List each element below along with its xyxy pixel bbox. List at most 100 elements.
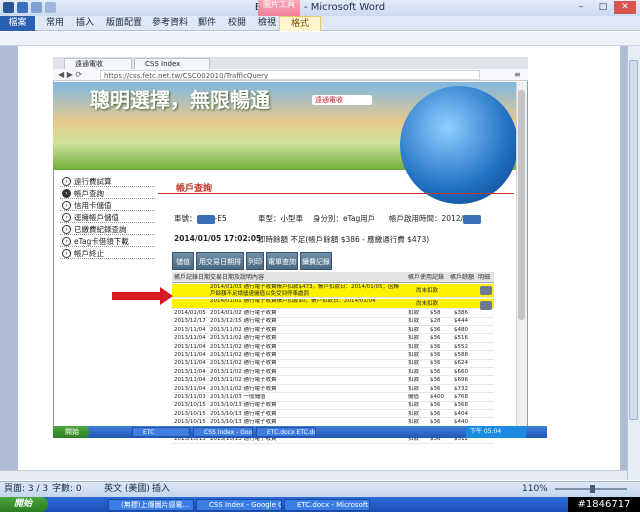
cell-balance: $660 — [454, 368, 468, 375]
ruler[interactable] — [0, 32, 640, 46]
task-word[interactable]: ETC.docx - Microsoft ... — [284, 499, 370, 511]
word-count[interactable]: 字數: 0 — [52, 481, 82, 497]
file-tab[interactable]: 檔案 — [0, 16, 35, 31]
browser-tab-1[interactable]: 遠通電收 — [64, 58, 132, 69]
zoom-slider-thumb[interactable] — [590, 485, 595, 493]
plate-label: 車號： — [174, 214, 197, 223]
cell-amount: $36 — [430, 368, 441, 375]
redacted-plate — [196, 214, 215, 224]
table-row: 2013/11/04 2013/11/02 通行電子收費 扣款 $36 $732 — [172, 386, 494, 394]
cell-amount: $36 — [430, 360, 441, 367]
topup-button[interactable]: 儲值 — [172, 252, 194, 270]
pending-row: 2014/01/03 通行電子收費帳戶扣款$473，帳戶扣款日：2014/01/… — [172, 284, 494, 298]
table-row: 2013/11/04 2013/11/02 通行電子收費 扣款 $36 $480 — [172, 327, 494, 335]
arrow-circle-icon: › — [62, 225, 71, 234]
sidebar-item-label: 帳戶終止 — [74, 249, 104, 258]
browser-tab-2[interactable]: CSS Index — [134, 58, 210, 69]
cell-balance: $552 — [454, 343, 468, 350]
sidebar-item-label: 遠行費試算 — [74, 177, 112, 186]
open-date: 帳戶啟用時間：2012/ — [389, 213, 482, 224]
sidebar-item[interactable]: › 帳戶終止 — [60, 248, 155, 259]
inner-task-1[interactable]: ETC — [132, 427, 190, 437]
cell-balance: $768 — [454, 394, 468, 400]
table-row: 2013/11/03 2013/11/03 一般儲值 儲值 $400 $768 — [172, 394, 494, 402]
redacted-date — [463, 214, 482, 224]
save-icon[interactable] — [17, 2, 28, 13]
sidebar-item-label: eTag卡借領下載 — [74, 237, 129, 246]
vertical-scroll-thumb[interactable] — [629, 60, 638, 420]
fetc-logo: 遠通電收 — [312, 95, 372, 105]
cell-date: 2013/10/15 — [174, 410, 206, 417]
sidebar-item[interactable]: › 帳戶查詢 — [60, 188, 155, 199]
sort-by-date-button[interactable]: 用交易日期排序 — [196, 252, 244, 284]
red-arrow-head — [160, 287, 173, 305]
task-upload[interactable]: (無標)上傳圖片感電... — [108, 499, 194, 511]
detail-button[interactable] — [480, 286, 492, 295]
sidebar-item[interactable]: › 已繳費紀錄查詢 — [60, 224, 155, 235]
bill-query-button[interactable]: 電單查詢 — [266, 252, 298, 270]
pending-text: 2014/01/01 通行電子收費帳戶扣款$0，帳戶扣款日：2014/01/04 — [210, 299, 376, 304]
cell-amount: $36 — [430, 335, 441, 342]
inner-task-2[interactable]: CSS Index - Google C... — [193, 427, 253, 437]
col-detail: 明細 — [478, 274, 491, 281]
tab-insert[interactable]: 插入 — [76, 16, 94, 31]
close-button[interactable]: ✕ — [614, 1, 636, 14]
redo-icon[interactable] — [45, 2, 56, 13]
language[interactable]: 英文 (美國) — [104, 481, 150, 497]
cell-type: 扣款 — [408, 343, 420, 350]
detail-button[interactable] — [480, 301, 492, 310]
cell-desc: 2013/11/02 通行電子收費 — [210, 368, 277, 375]
tab-mailings[interactable]: 郵件 — [198, 16, 216, 31]
plate-info: 車號： -E5 — [174, 213, 227, 224]
balance-status: 即時餘額 不足(帳戶餘額 $386 - 應繳通行費 $473) — [258, 235, 430, 244]
tab-review[interactable]: 校閱 — [228, 16, 246, 31]
cell-date: 2013/11/04 — [174, 326, 206, 333]
sidebar-item[interactable]: › 信用卡儲值 — [60, 200, 155, 211]
back-icon[interactable]: ◀ ▶ ⟳ — [58, 70, 82, 79]
renewal-record-button[interactable]: 續費記錄 — [300, 252, 332, 270]
undo-icon[interactable] — [31, 2, 42, 13]
cell-balance: $386 — [454, 310, 468, 316]
cell-desc: 2013/11/02 通行電子收費 — [210, 360, 277, 367]
tab-references[interactable]: 參考資料 — [152, 16, 188, 31]
cell-balance: $516 — [454, 335, 468, 342]
cell-type: 扣款 — [408, 326, 420, 333]
maximize-button[interactable]: □ — [592, 1, 614, 14]
cell-date: 2013/10/15 — [174, 402, 206, 409]
cell-date: 2013/11/04 — [174, 377, 206, 384]
table-header: 帳戶記錄日期 交易日期及說明內容 帳戶使用記錄 帳戶餘額 明細 — [172, 272, 494, 283]
tab-home[interactable]: 常用 — [46, 16, 64, 31]
word-app-icon[interactable] — [3, 2, 14, 13]
sidebar-item-label: 帳戶查詢 — [74, 189, 104, 198]
cell-desc: 2013/10/13 通行電子收費 — [210, 410, 277, 417]
cell-date: 2013/12/17 — [174, 318, 206, 325]
tab-layout[interactable]: 版面配置 — [106, 16, 142, 31]
cell-balance: $624 — [454, 360, 468, 367]
cell-type: 扣款 — [408, 318, 420, 325]
tab-format[interactable]: 格式 — [279, 16, 321, 31]
inner-task-3[interactable]: ETC.docx ETC.docx — [256, 427, 316, 437]
horizontal-scrollbar[interactable] — [0, 470, 627, 480]
start-button[interactable]: 開始 — [0, 497, 48, 512]
browser-scroll-thumb[interactable] — [518, 90, 525, 320]
table-row: 2013/11/04 2013/11/02 通行電子收費 扣款 $36 $660 — [172, 369, 494, 377]
inner-start-button[interactable]: 開始 — [53, 426, 89, 438]
sidebar-item[interactable]: › 遠行費試算 — [60, 176, 155, 187]
cell-amount: $36 — [430, 377, 441, 384]
insert-mode[interactable]: 插入 — [152, 481, 170, 497]
cell-date: 2013/11/04 — [174, 385, 206, 392]
menu-icon[interactable]: ≡ — [514, 70, 521, 79]
address-bar[interactable]: https://css.fetc.net.tw/CSC002010/Traffi… — [100, 70, 480, 80]
minimize-button[interactable]: – — [570, 1, 592, 14]
zoom-level[interactable]: 110% — [522, 481, 548, 497]
table-row: 2013/11/04 2013/11/02 通行電子收費 扣款 $36 $516 — [172, 335, 494, 343]
sidebar-item[interactable]: › 逕擁帳戶儲值 — [60, 212, 155, 223]
sidebar-item[interactable]: › eTag卡借領下載 — [60, 236, 155, 247]
page-count[interactable]: 頁面: 3 / 3 — [4, 481, 48, 497]
task-chrome[interactable]: CSS Index - Google C... — [196, 499, 282, 511]
cell-date: 2013/11/04 — [174, 343, 206, 350]
tab-view[interactable]: 檢視 — [258, 16, 276, 31]
print-button[interactable]: 列印 — [246, 252, 264, 270]
table-row: 2013/12/17 2013/12/15 通行電子收費 扣款 $28 $444 — [172, 318, 494, 326]
pending-status: 尚未扣款 — [416, 301, 439, 307]
